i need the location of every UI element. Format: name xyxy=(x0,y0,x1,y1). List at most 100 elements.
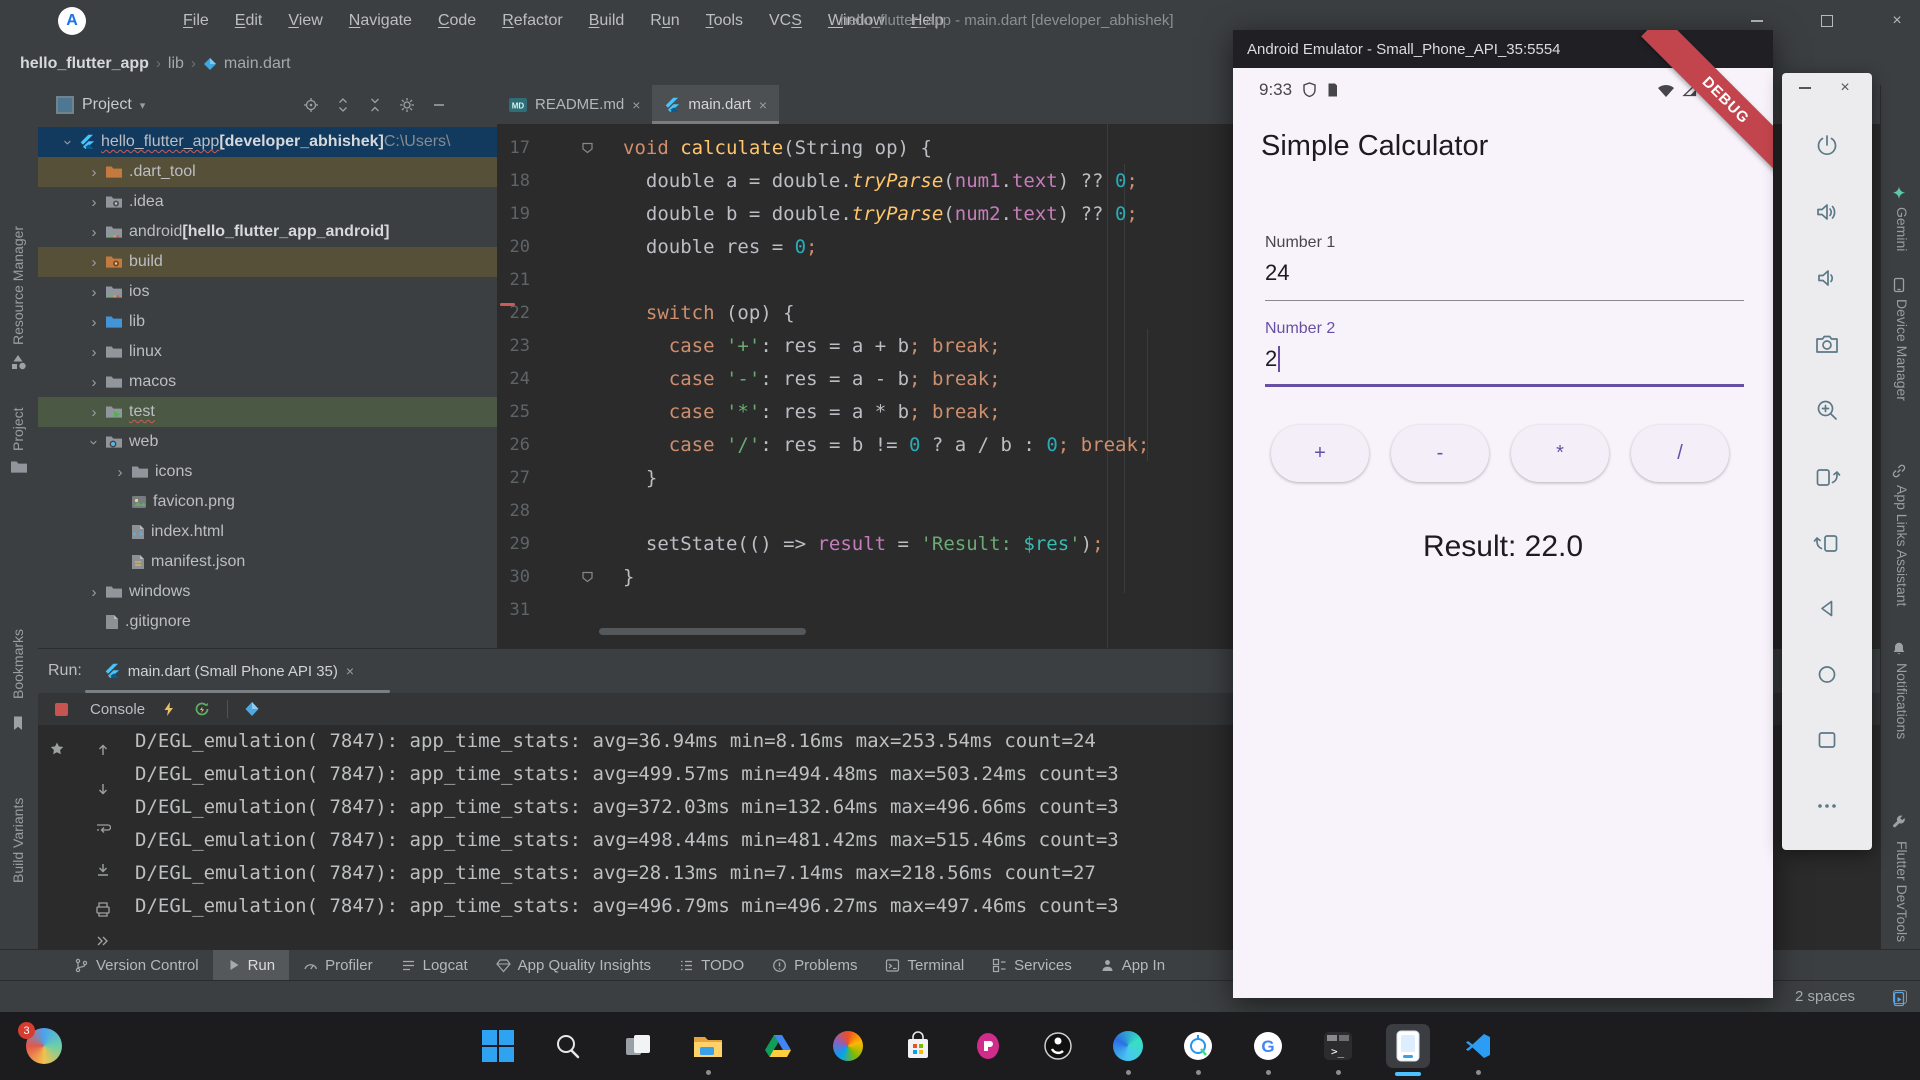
wrench-icon[interactable] xyxy=(1891,815,1909,833)
menu-item-navigate[interactable]: Navigate xyxy=(336,0,425,42)
tree-item-android[interactable]: ›android [hello_flutter_app_android] xyxy=(38,217,497,247)
chevron-right-icon[interactable]: › xyxy=(111,464,129,481)
taskbar-terminal[interactable]: >_ xyxy=(1316,1024,1360,1068)
stripe-item-project[interactable]: Project xyxy=(10,379,26,451)
close-icon[interactable]: × xyxy=(632,97,640,113)
close-button[interactable]: × xyxy=(1880,0,1914,42)
toolwindow-version-control[interactable]: Version Control xyxy=(60,950,213,981)
chevron-right-icon[interactable]: › xyxy=(85,314,103,331)
chevron-right-icon[interactable]: › xyxy=(85,254,103,271)
menu-item-file[interactable]: File xyxy=(170,0,222,42)
tree-item-web[interactable]: ›web xyxy=(38,427,497,457)
zoom-in-icon[interactable] xyxy=(1812,395,1842,425)
gemini-icon[interactable] xyxy=(1891,185,1909,203)
tree-item-idea[interactable]: ›.idea xyxy=(38,187,497,217)
breadcrumb-dir[interactable]: lib xyxy=(168,55,184,73)
collapse-all-icon[interactable] xyxy=(367,97,383,113)
chevron-down-icon[interactable]: › xyxy=(60,133,77,151)
dart-icon[interactable] xyxy=(244,701,260,717)
tree-item-build[interactable]: ›build xyxy=(38,247,497,277)
tree-item-darttool[interactable]: ›.dart_tool xyxy=(38,157,497,187)
taskbar-android-studio[interactable] xyxy=(1176,1024,1220,1068)
operator-button-minus[interactable]: - xyxy=(1391,425,1489,482)
shapes-icon[interactable] xyxy=(10,353,28,371)
fold-icon[interactable] xyxy=(581,570,594,582)
locate-icon[interactable] xyxy=(303,97,319,113)
menu-item-vcs[interactable]: VCS xyxy=(756,0,815,42)
tree-item-ios[interactable]: ›ios xyxy=(38,277,497,307)
operator-button-multiply[interactable]: * xyxy=(1511,425,1609,482)
tree-item-linux[interactable]: ›linux xyxy=(38,337,497,367)
chevron-right-icon[interactable]: › xyxy=(85,344,103,361)
taskbar-google[interactable]: G xyxy=(1246,1024,1290,1068)
overview-icon[interactable] xyxy=(1812,725,1842,755)
toolwindow-todo[interactable]: TODO xyxy=(665,950,758,981)
breadcrumb-root[interactable]: hello_flutter_app xyxy=(20,55,149,73)
stripe-item-app-links-assistant[interactable]: App Links Assistant xyxy=(1894,485,1910,627)
console-tab-label[interactable]: Console xyxy=(90,701,145,718)
chevron-right-icon[interactable]: › xyxy=(85,194,103,211)
taskbar-obs[interactable] xyxy=(1036,1024,1080,1068)
toolwindow-terminal[interactable]: Terminal xyxy=(871,950,978,981)
operator-button-plus[interactable]: + xyxy=(1271,425,1369,482)
camera-icon[interactable] xyxy=(1812,329,1842,359)
chevron-right-icon[interactable]: › xyxy=(85,224,103,241)
volume-up-icon[interactable] xyxy=(1812,197,1842,227)
more-icon[interactable] xyxy=(1812,791,1842,821)
taskbar-explorer[interactable] xyxy=(686,1024,730,1068)
rotate-right-icon[interactable] xyxy=(1812,527,1842,557)
expand-all-icon[interactable] xyxy=(335,97,351,113)
tree-item-gitignore[interactable]: .gitignore xyxy=(38,607,497,637)
stripe-item-build-variants[interactable]: Build Variants xyxy=(10,765,26,883)
power-icon[interactable] xyxy=(1812,131,1842,161)
taskbar-vscode[interactable] xyxy=(1456,1024,1500,1068)
stop-icon[interactable] xyxy=(55,703,68,716)
menu-item-code[interactable]: Code xyxy=(425,0,489,42)
minimize-button[interactable] xyxy=(1794,77,1816,99)
tree-item-macos[interactable]: ›macos xyxy=(38,367,497,397)
tree-item-test[interactable]: ›test xyxy=(38,397,497,427)
fold-icon[interactable] xyxy=(581,141,594,153)
bell-icon[interactable] xyxy=(1891,641,1909,659)
toolwindow-app-quality-insights[interactable]: App Quality Insights xyxy=(482,950,665,981)
toolwindow-services[interactable]: Services xyxy=(978,950,1086,981)
chevron-right-icon[interactable]: › xyxy=(85,164,103,181)
toolwindow-app-in[interactable]: App In xyxy=(1086,950,1179,981)
volume-down-icon[interactable] xyxy=(1812,263,1842,293)
taskbar-task-view[interactable] xyxy=(616,1024,660,1068)
folder-icon[interactable] xyxy=(10,459,28,477)
rerun-icon[interactable] xyxy=(193,700,211,718)
maximize-button[interactable] xyxy=(1810,0,1844,42)
back-icon[interactable] xyxy=(1812,593,1842,623)
bookmark-icon[interactable] xyxy=(10,715,28,733)
tree-item-indexhtml[interactable]: index.html xyxy=(38,517,497,547)
chevron-right-icon[interactable]: › xyxy=(85,404,103,421)
tree-item-manifestjson[interactable]: manifest.json xyxy=(38,547,497,577)
phone-run-icon[interactable] xyxy=(1891,991,1909,1009)
chevron-right-icon[interactable]: › xyxy=(85,374,103,391)
hide-icon[interactable] xyxy=(431,97,447,113)
horizontal-scrollbar[interactable] xyxy=(599,628,806,635)
link-icon[interactable] xyxy=(1891,463,1909,481)
close-icon[interactable]: × xyxy=(346,663,354,679)
stripe-item-bookmarks[interactable]: Bookmarks xyxy=(10,603,26,699)
settings-icon[interactable] xyxy=(399,97,415,113)
taskbar-search[interactable] xyxy=(546,1024,590,1068)
taskbar-store[interactable] xyxy=(896,1024,940,1068)
stripe-item-notifications[interactable]: Notifications xyxy=(1894,663,1910,755)
stripe-item-device-manager[interactable]: Device Manager xyxy=(1894,299,1910,411)
taskbar-copilot[interactable] xyxy=(826,1024,870,1068)
stripe-item-gemini[interactable]: Gemini xyxy=(1894,207,1910,261)
taskbar-edge[interactable] xyxy=(1106,1024,1150,1068)
stripe-item-flutter-devtools[interactable]: Flutter DevTools xyxy=(1894,841,1910,963)
toolwindow-run[interactable]: Run xyxy=(213,950,290,981)
project-view-selector[interactable]: Project ▾ xyxy=(56,96,145,114)
device-mgr-icon[interactable] xyxy=(1891,277,1909,295)
taskbar-emulator[interactable] xyxy=(1386,1024,1430,1068)
taskbar-start[interactable] xyxy=(476,1024,520,1068)
field-input-1[interactable]: 24 xyxy=(1265,260,1289,286)
menu-item-run[interactable]: Run xyxy=(637,0,692,42)
flash-icon[interactable] xyxy=(161,701,177,717)
toolwindow-logcat[interactable]: Logcat xyxy=(387,950,482,981)
menu-item-tools[interactable]: Tools xyxy=(693,0,756,42)
